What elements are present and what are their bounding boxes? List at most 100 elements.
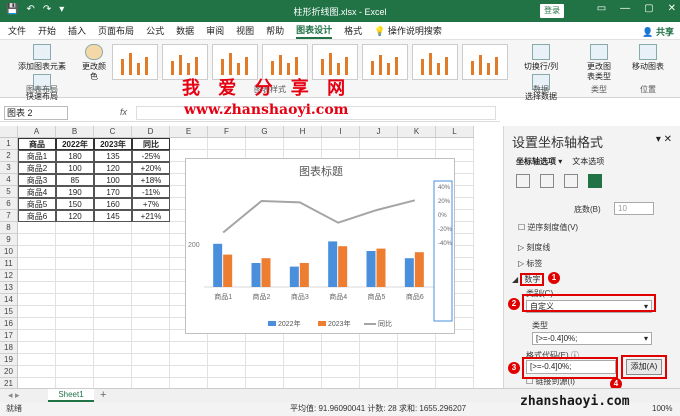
grid-cell[interactable]: [322, 378, 360, 388]
base-input[interactable]: 10: [614, 202, 654, 215]
grid-cell[interactable]: -11%: [132, 186, 170, 198]
pane-close-icon[interactable]: ▾ ✕: [656, 134, 672, 145]
grid-cell[interactable]: 商品5: [18, 198, 56, 210]
grid-cell[interactable]: [94, 222, 132, 234]
grid-cell[interactable]: [360, 378, 398, 388]
column-header[interactable]: I: [322, 126, 360, 138]
chart-style-thumb[interactable]: [412, 44, 458, 80]
labels-section[interactable]: ▷ 标签: [518, 258, 542, 269]
grid-cell[interactable]: [94, 234, 132, 246]
maximize-icon[interactable]: ▢: [644, 3, 653, 14]
grid-cell[interactable]: [208, 354, 246, 366]
grid-cell[interactable]: [94, 378, 132, 388]
grid-cell[interactable]: 120: [56, 210, 94, 222]
fx-icon[interactable]: fx: [120, 107, 127, 117]
change-colors-button[interactable]: 更改颜色: [82, 42, 106, 82]
grid-cell[interactable]: [56, 282, 94, 294]
share-button[interactable]: 👤 共享: [642, 25, 674, 38]
grid-cell[interactable]: +21%: [132, 210, 170, 222]
switch-row-column-button[interactable]: 切换行/列: [524, 42, 558, 72]
row-header[interactable]: 5: [0, 186, 18, 198]
grid-cell[interactable]: [208, 342, 246, 354]
grid-cell[interactable]: [56, 234, 94, 246]
grid-cell[interactable]: [132, 330, 170, 342]
grid-cell[interactable]: [436, 138, 474, 150]
tab-review[interactable]: 审阅: [206, 24, 224, 37]
grid-cell[interactable]: [56, 366, 94, 378]
grid-cell[interactable]: [18, 258, 56, 270]
change-chart-type-button[interactable]: 更改图表类型: [584, 42, 614, 82]
grid-cell[interactable]: -25%: [132, 150, 170, 162]
grid-cell[interactable]: +18%: [132, 174, 170, 186]
row-header[interactable]: 14: [0, 294, 18, 306]
grid-cell[interactable]: [322, 366, 360, 378]
grid-cell[interactable]: [18, 282, 56, 294]
grid-cell[interactable]: +7%: [132, 198, 170, 210]
grid-cell[interactable]: [56, 246, 94, 258]
column-header[interactable]: A: [18, 126, 56, 138]
grid-cell[interactable]: 商品2: [18, 162, 56, 174]
grid-cell[interactable]: [94, 270, 132, 282]
grid-cell[interactable]: [246, 342, 284, 354]
row-header[interactable]: 6: [0, 198, 18, 210]
column-header[interactable]: H: [284, 126, 322, 138]
row-header[interactable]: 17: [0, 330, 18, 342]
number-section[interactable]: ◢ 数字: [512, 273, 545, 286]
grid-cell[interactable]: [132, 342, 170, 354]
sheet-tab-sheet1[interactable]: Sheet1: [48, 389, 94, 402]
grid-cell[interactable]: [18, 234, 56, 246]
grid-cell[interactable]: [322, 138, 360, 150]
grid-cell[interactable]: [132, 270, 170, 282]
grid-cell[interactable]: [170, 378, 208, 388]
grid-cell[interactable]: [132, 222, 170, 234]
grid-cell[interactable]: [18, 246, 56, 258]
grid-cell[interactable]: [94, 294, 132, 306]
grid-cell[interactable]: [322, 354, 360, 366]
grid-cell[interactable]: [398, 366, 436, 378]
column-header[interactable]: B: [56, 126, 94, 138]
grid-cell[interactable]: [18, 330, 56, 342]
grid-cell[interactable]: [170, 354, 208, 366]
grid-cell[interactable]: [18, 222, 56, 234]
grid-cell[interactable]: [94, 306, 132, 318]
grid-cell[interactable]: [360, 342, 398, 354]
row-header[interactable]: 16: [0, 318, 18, 330]
grid-cell[interactable]: 100: [94, 174, 132, 186]
zoom-level[interactable]: 100%: [652, 402, 672, 416]
grid-cell[interactable]: [436, 354, 474, 366]
chart-style-thumb[interactable]: [362, 44, 408, 80]
grid-cell[interactable]: [170, 138, 208, 150]
grid-cell[interactable]: 85: [56, 174, 94, 186]
column-header[interactable]: C: [94, 126, 132, 138]
grid-cell[interactable]: 190: [56, 186, 94, 198]
column-header[interactable]: E: [170, 126, 208, 138]
effects-icon[interactable]: [540, 174, 554, 188]
add-sheet-icon[interactable]: +: [100, 389, 106, 401]
grid-cell[interactable]: [18, 342, 56, 354]
grid-cell[interactable]: [132, 246, 170, 258]
grid-cell[interactable]: [398, 342, 436, 354]
grid-cell[interactable]: [246, 378, 284, 388]
grid-cell[interactable]: [94, 246, 132, 258]
column-header[interactable]: J: [360, 126, 398, 138]
grid-cell[interactable]: [284, 378, 322, 388]
axis-options-icon[interactable]: [588, 174, 602, 188]
grid-cell[interactable]: 100: [56, 162, 94, 174]
column-header[interactable]: L: [436, 126, 474, 138]
grid-cell[interactable]: [56, 294, 94, 306]
grid-cell[interactable]: [398, 354, 436, 366]
grid-cell[interactable]: [284, 354, 322, 366]
grid-cell[interactable]: 2022年: [56, 138, 94, 150]
grid-cell[interactable]: [132, 306, 170, 318]
tab-formulas[interactable]: 公式: [146, 24, 164, 37]
grid-cell[interactable]: [284, 342, 322, 354]
tab-help[interactable]: 帮助: [266, 24, 284, 37]
row-header[interactable]: 2: [0, 150, 18, 162]
move-chart-button[interactable]: 移动图表: [632, 42, 664, 72]
tab-file[interactable]: 文件: [8, 24, 26, 37]
grid-cell[interactable]: [132, 258, 170, 270]
grid-cell[interactable]: 2023年: [94, 138, 132, 150]
grid-cell[interactable]: [284, 366, 322, 378]
grid-cell[interactable]: [56, 354, 94, 366]
name-box[interactable]: 图表 2: [4, 106, 68, 120]
